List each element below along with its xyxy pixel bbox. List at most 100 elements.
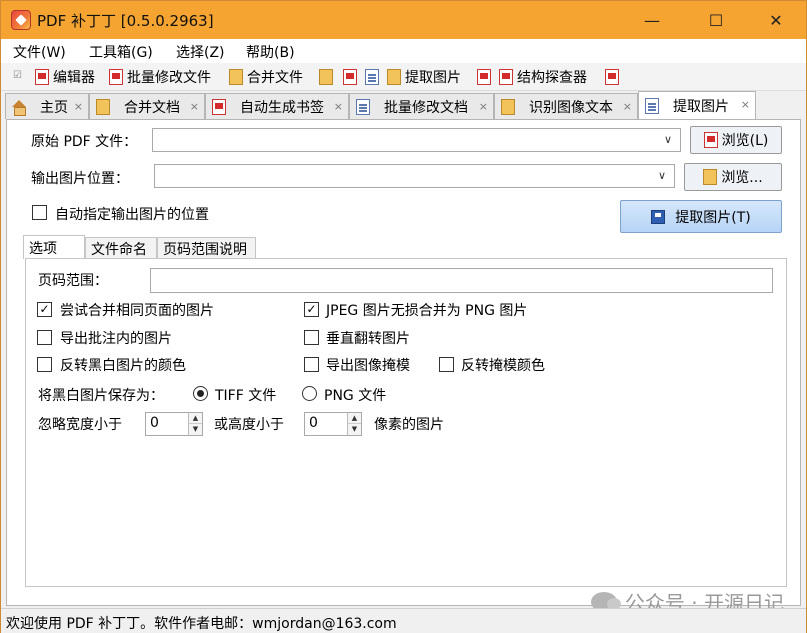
auto-output-label: 自动指定输出图片的位置 — [55, 207, 209, 223]
extract-icon — [645, 97, 659, 114]
merge-icon — [96, 98, 110, 115]
extract-images-label: 提取图片(T) — [675, 209, 751, 226]
tiff-radio[interactable] — [193, 386, 208, 401]
bookmark-icon — [343, 69, 357, 85]
menu-select[interactable]: 选择(Z) — [176, 42, 225, 62]
browse-pdf-label: 浏览(L) — [721, 133, 769, 149]
tab-ocr[interactable]: 识别图像文本 × — [494, 93, 638, 119]
menu-help[interactable]: 帮助(B) — [246, 42, 295, 62]
tab-merge[interactable]: 合并文档 × — [89, 93, 205, 119]
ocr-icon — [319, 69, 333, 85]
browse-output-label: 浏览... — [721, 170, 763, 186]
toolbar-extract-images-button[interactable]: 提取图片 — [387, 67, 461, 87]
browse-pdf-button[interactable]: 浏览(L) — [690, 126, 782, 154]
tab-close-icon[interactable]: × — [190, 100, 199, 113]
tab-page-range-help[interactable]: 页码范围说明 — [157, 237, 256, 259]
merge-same-page-checkbox[interactable]: ✓ — [37, 302, 52, 317]
pixels-suffix-label: 像素的图片 — [374, 417, 444, 433]
extract-images-button[interactable]: 提取图片(T) — [620, 200, 782, 233]
ignore-width-label: 忽略宽度小于 — [38, 417, 122, 433]
save-bw-as-label: 将黑白图片保存为： — [38, 388, 164, 404]
output-location-label: 输出图片位置： — [31, 171, 129, 187]
output-location-combo[interactable]: ∨ — [154, 164, 675, 188]
spin-down-icon[interactable]: ▼ — [188, 424, 202, 435]
toolbar-batch-modify-button[interactable]: 批量修改文件 — [109, 67, 211, 87]
pdf-editor-icon — [35, 69, 49, 85]
toolbar-pdf-info-button[interactable] — [477, 67, 495, 87]
auto-output-checkbox[interactable] — [32, 205, 47, 220]
tab-auto-bookmark[interactable]: 自动生成书签 × — [205, 93, 349, 119]
structure-explorer-icon — [499, 69, 513, 85]
ignore-height-stepper[interactable]: 0 ▲ ▼ — [304, 412, 362, 436]
toolbar-batch-modify-label: 批量修改文件 — [127, 70, 211, 86]
toolbar-ocr-button[interactable] — [319, 67, 337, 87]
tab-batch-modify-label: 批量修改文档 — [384, 99, 468, 116]
tab-merge-label: 合并文档 — [124, 99, 180, 116]
minimize-button[interactable]: — — [623, 1, 681, 39]
tab-options[interactable]: 选项 — [23, 235, 85, 259]
batch-icon — [356, 98, 370, 115]
chevron-down-icon[interactable]: ∨ — [664, 133, 672, 146]
menu-toolbox[interactable]: 工具箱(G) — [89, 42, 153, 62]
tab-close-icon[interactable]: × — [479, 100, 488, 113]
spin-down-icon[interactable]: ▼ — [347, 424, 361, 435]
export-mask-label: 导出图像掩模 — [326, 358, 410, 374]
toolbar-merge-button[interactable]: 合并文件 — [229, 67, 303, 87]
vertical-flip-checkbox[interactable] — [304, 330, 319, 345]
export-annotation-label: 导出批注内的图片 — [60, 331, 172, 347]
page-range-input[interactable] — [150, 268, 773, 293]
page-range-label: 页码范围： — [38, 273, 108, 289]
title-bar: PDF 补丁丁 [0.5.0.2963] — ☐ ✕ — [1, 1, 806, 39]
png-radio[interactable] — [302, 386, 317, 401]
extract-images-icon — [387, 69, 401, 85]
tab-close-icon[interactable]: × — [741, 98, 750, 111]
menu-file[interactable]: 文件(W) — [13, 42, 66, 62]
spin-up-icon[interactable]: ▲ — [347, 413, 361, 424]
menu-bar: 文件(W) 工具箱(G) 选择(Z) 帮助(B) — [1, 39, 806, 63]
export-mask-checkbox[interactable] — [304, 357, 319, 372]
merge-same-page-label: 尝试合并相同页面的图片 — [60, 303, 214, 319]
spin-up-icon[interactable]: ▲ — [188, 413, 202, 424]
source-pdf-combo[interactable]: ∨ — [152, 128, 681, 152]
window-title: PDF 补丁丁 [0.5.0.2963] — [37, 12, 214, 30]
tab-close-icon[interactable]: × — [623, 100, 632, 113]
ocr-icon — [501, 98, 515, 115]
invert-mask-label: 反转掩模颜色 — [461, 358, 545, 374]
tab-close-icon[interactable]: × — [334, 100, 343, 113]
tab-home[interactable]: 主页 × — [5, 93, 89, 119]
invert-mask-checkbox[interactable] — [439, 357, 454, 372]
close-button[interactable]: ✕ — [747, 1, 805, 39]
tab-ocr-label: 识别图像文本 — [529, 99, 613, 116]
vertical-flip-label: 垂直翻转图片 — [326, 331, 410, 347]
tab-close-icon[interactable]: × — [74, 100, 83, 113]
tab-extract-images[interactable]: 提取图片 × — [638, 91, 756, 119]
jpeg-lossless-label: JPEG 图片无损合并为 PNG 图片 — [326, 303, 528, 319]
home-icon — [12, 99, 26, 116]
ignore-width-value: 0 — [150, 415, 159, 431]
pdf-info-icon — [477, 69, 491, 85]
jpeg-lossless-checkbox[interactable]: ✓ — [304, 302, 319, 317]
invert-bw-checkbox[interactable] — [37, 357, 52, 372]
tab-auto-bookmark-label: 自动生成书签 — [240, 99, 324, 116]
chevron-down-icon[interactable]: ∨ — [658, 169, 666, 182]
export-annotation-checkbox[interactable] — [37, 330, 52, 345]
source-pdf-label: 原始 PDF 文件： — [31, 134, 138, 150]
toolbar-editor-button[interactable]: 编辑器 — [35, 67, 95, 87]
toolbar-merge-label: 合并文件 — [247, 70, 303, 86]
app-logo-icon — [11, 10, 31, 30]
toolbar-extra-pdf-button[interactable] — [605, 67, 623, 87]
status-bar: 欢迎使用 PDF 补丁丁。软件作者电邮：wmjordan@163.com — [1, 608, 806, 633]
toolbar-structure-explorer-button[interactable]: 结构探查器 — [499, 67, 587, 87]
browse-output-button[interactable]: 浏览... — [684, 163, 782, 191]
pdf-file-icon — [703, 132, 718, 148]
pdf-tool-icon — [605, 69, 619, 85]
tab-file-naming[interactable]: 文件命名 — [85, 237, 157, 259]
tab-home-label: 主页 — [40, 99, 68, 116]
maximize-button[interactable]: ☐ — [687, 1, 745, 39]
toolbar-document-button[interactable] — [365, 67, 383, 87]
ignore-width-stepper[interactable]: 0 ▲ ▼ — [145, 412, 203, 436]
tab-batch-modify[interactable]: 批量修改文档 × — [349, 93, 494, 119]
tiff-label: TIFF 文件 — [215, 388, 277, 404]
bookmark-icon — [212, 98, 226, 115]
toolbar-bookmark-button[interactable] — [343, 67, 361, 87]
